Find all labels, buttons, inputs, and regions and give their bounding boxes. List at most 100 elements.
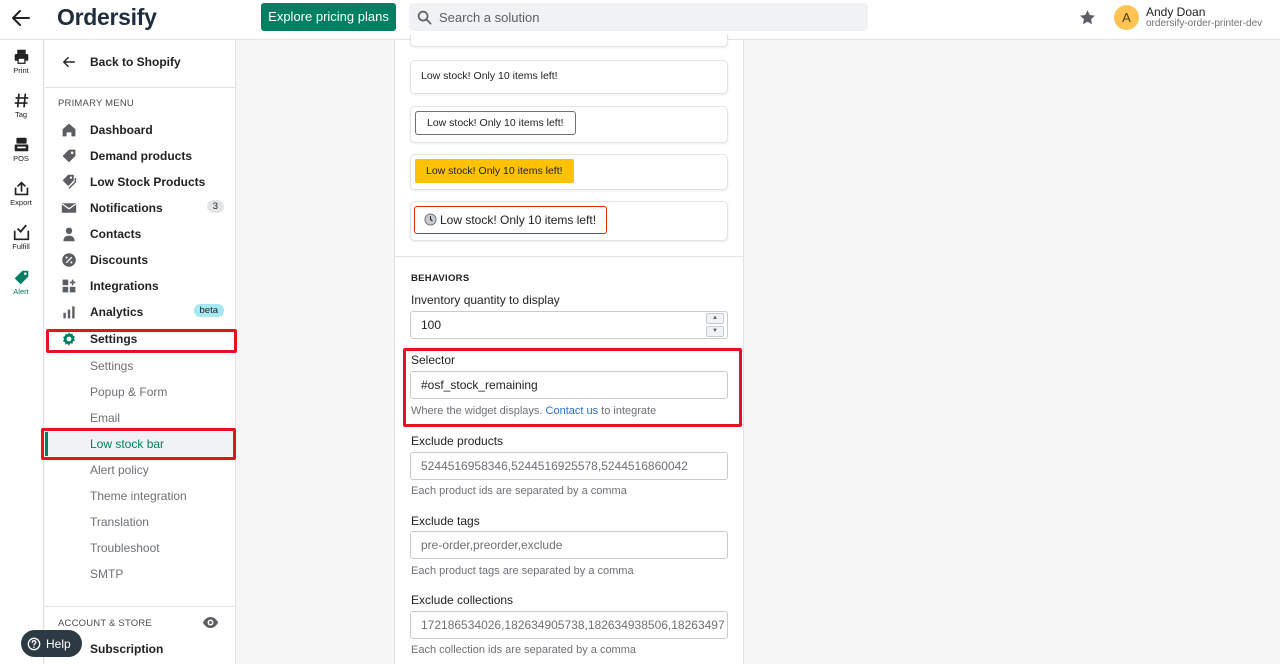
rail-item-alert[interactable]: Alert xyxy=(0,269,42,296)
settings-card: Low stock! Only 10 items left! Low stock… xyxy=(394,34,744,664)
inventory-label: Inventory quantity to display xyxy=(411,293,560,307)
exclude-collections-help: Each collection ids are separated by a c… xyxy=(411,644,637,656)
sub-item-theme-integration[interactable]: Theme integration xyxy=(45,484,235,508)
hashtag-icon xyxy=(14,93,28,108)
sidebar-item-dashboard[interactable]: Dashboard xyxy=(45,118,235,142)
sidebar-item-notifications[interactable]: Notifications 3 xyxy=(45,196,235,220)
exclude-tags-input[interactable] xyxy=(410,531,728,559)
badge-option-partial[interactable] xyxy=(410,34,728,47)
notification-count-badge: 3 xyxy=(206,200,224,213)
rail-item-tag[interactable]: Tag xyxy=(0,92,42,119)
sidebar-item-label: Dashboard xyxy=(90,123,153,137)
rail-item-export[interactable]: Export xyxy=(0,180,42,207)
search-input[interactable] xyxy=(439,9,839,25)
discount-icon xyxy=(62,253,76,267)
rail-item-pos[interactable]: POS xyxy=(0,136,42,163)
user-name[interactable]: Andy Doan xyxy=(1146,5,1205,19)
divider xyxy=(45,606,235,607)
analytics-icon xyxy=(63,306,75,319)
exclude-collections-input[interactable] xyxy=(410,611,728,639)
arrow-left-icon xyxy=(63,56,75,68)
badge-option-plain[interactable]: Low stock! Only 10 items left! xyxy=(410,60,728,94)
exclude-tags-help: Each product tags are separated by a com… xyxy=(411,565,634,577)
icon-rail: Print Tag POS Export Fulfill Alert xyxy=(0,40,44,664)
exclude-collections-label: Exclude collections xyxy=(411,593,514,607)
exclude-products-help: Each product ids are separated by a comm… xyxy=(411,485,627,497)
badge-preview-yellow: Low stock! Only 10 items left! xyxy=(415,159,574,183)
exclude-products-input[interactable] xyxy=(410,452,728,480)
search-bar[interactable] xyxy=(409,3,868,31)
sidebar-item-discounts[interactable]: Discounts xyxy=(45,248,235,272)
sub-item-alert-policy[interactable]: Alert policy xyxy=(45,458,235,482)
stepper-down-icon[interactable]: ▼ xyxy=(706,326,724,337)
search-icon xyxy=(417,10,432,24)
contact-us-link[interactable]: Contact us xyxy=(546,405,599,417)
badge-option-red[interactable]: Low stock! Only 10 items left! xyxy=(410,201,728,241)
apps-icon xyxy=(62,279,76,293)
inventory-quantity-input[interactable] xyxy=(410,311,728,339)
user-store: ordersify-order-printer-dev xyxy=(1146,18,1263,29)
sub-item-translation[interactable]: Translation xyxy=(45,510,235,534)
selector-input[interactable] xyxy=(410,371,728,399)
rail-item-print[interactable]: Print xyxy=(0,48,42,75)
sidebar-item-integrations[interactable]: Integrations xyxy=(45,274,235,298)
help-label: Help xyxy=(46,636,71,651)
behaviors-heading: BEHAVIORS xyxy=(411,273,470,284)
tags-icon xyxy=(62,174,77,189)
badge-option-yellow[interactable]: Low stock! Only 10 items left! xyxy=(410,154,728,190)
back-arrow-icon[interactable] xyxy=(10,7,32,29)
clock-icon xyxy=(424,213,437,226)
question-circle-icon xyxy=(27,637,41,650)
alert-tag-icon xyxy=(14,270,28,285)
badge-preview-red: Low stock! Only 10 items left! xyxy=(414,206,608,234)
badge-preview-red-text: Low stock! Only 10 items left! xyxy=(440,213,597,227)
rail-item-fulfill[interactable]: Fulfill xyxy=(0,224,42,251)
sub-item-smtp[interactable]: SMTP xyxy=(45,562,235,586)
eye-icon[interactable] xyxy=(202,614,219,631)
sub-item-troubleshoot[interactable]: Troubleshoot xyxy=(45,536,235,560)
divider xyxy=(45,87,235,88)
quantity-stepper[interactable]: ▲ ▼ xyxy=(706,313,724,337)
sidebar-item-low-stock-products[interactable]: Low Stock Products xyxy=(45,170,235,194)
back-label: Back to Shopify xyxy=(90,55,181,69)
star-icon[interactable] xyxy=(1079,9,1096,26)
primary-menu-heading: PRIMARY MENU xyxy=(58,98,134,109)
rail-label: Fulfill xyxy=(12,242,30,251)
printer-icon xyxy=(14,49,28,64)
sidebar-item-label: Discounts xyxy=(90,253,149,267)
sidebar-item-label: Contacts xyxy=(90,227,142,241)
back-to-shopify-link[interactable]: Back to Shopify xyxy=(45,48,235,76)
sub-item-settings[interactable]: Settings xyxy=(45,354,235,378)
person-icon xyxy=(63,227,75,242)
sidebar-item-settings[interactable]: Settings xyxy=(45,327,235,351)
sidebar-item-label: Subscription xyxy=(90,642,164,656)
sidebar-item-analytics[interactable]: Analytics beta xyxy=(45,300,235,324)
avatar[interactable]: A xyxy=(1114,5,1139,30)
sidebar: Back to Shopify PRIMARY MENU Dashboard D… xyxy=(45,40,236,664)
gear-icon xyxy=(63,332,75,346)
selector-label: Selector xyxy=(411,353,456,367)
rail-label: Tag xyxy=(14,110,28,119)
divider xyxy=(395,256,744,257)
export-icon xyxy=(14,181,28,196)
explore-pricing-button[interactable]: Explore pricing plans xyxy=(261,3,396,31)
sidebar-item-label: Analytics xyxy=(90,305,144,319)
sub-item-low-stock-bar[interactable]: Low stock bar xyxy=(45,432,235,456)
rail-label: Print xyxy=(13,66,29,75)
stepper-up-icon[interactable]: ▲ xyxy=(706,313,724,324)
rail-label: POS xyxy=(13,154,29,163)
sidebar-item-label: Settings xyxy=(90,332,138,346)
fulfill-icon xyxy=(13,224,29,241)
sub-item-popup-form[interactable]: Popup & Form xyxy=(45,380,235,404)
selector-help: Where the widget displays. Contact us to… xyxy=(411,405,656,417)
badge-option-outlined[interactable]: Low stock! Only 10 items left! xyxy=(410,106,728,143)
app-logo: Ordersify xyxy=(57,4,157,30)
rail-label: Export xyxy=(10,198,32,207)
pos-icon xyxy=(14,137,28,152)
help-button[interactable]: Help xyxy=(21,630,82,657)
sidebar-item-label: Integrations xyxy=(90,279,159,293)
sub-item-email[interactable]: Email xyxy=(45,406,235,430)
home-icon xyxy=(62,123,76,137)
sidebar-item-contacts[interactable]: Contacts xyxy=(45,222,235,246)
sidebar-item-demand-products[interactable]: Demand products xyxy=(45,144,235,168)
